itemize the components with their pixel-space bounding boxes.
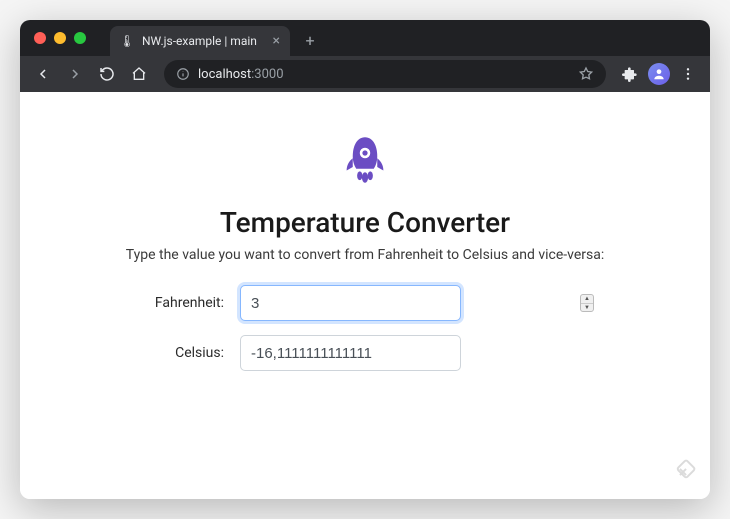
site-info-icon[interactable]	[176, 67, 190, 81]
menu-kebab-icon[interactable]	[676, 66, 700, 82]
reload-button[interactable]	[94, 61, 120, 87]
traffic-lights	[34, 32, 86, 44]
fahrenheit-label: Fahrenheit:	[130, 295, 240, 311]
tabs: 🌡 NW.js-example | main × +	[110, 20, 320, 56]
corner-badge-icon	[670, 459, 696, 485]
url-text: localhost:3000	[198, 67, 570, 82]
celsius-label: Celsius:	[130, 345, 240, 361]
celsius-input[interactable]	[240, 335, 461, 371]
window-close-button[interactable]	[34, 32, 46, 44]
profile-avatar[interactable]	[648, 63, 670, 85]
fahrenheit-input[interactable]	[240, 285, 461, 321]
back-button[interactable]	[30, 61, 56, 87]
stepper-down-icon[interactable]: ▼	[581, 304, 593, 312]
page-content: Temperature Converter Type the value you…	[20, 92, 710, 499]
fahrenheit-row: Fahrenheit: ▲ ▼	[130, 285, 600, 321]
fahrenheit-stepper[interactable]: ▲ ▼	[580, 294, 594, 312]
window-minimize-button[interactable]	[54, 32, 66, 44]
window-maximize-button[interactable]	[74, 32, 86, 44]
tab-bar: 🌡 NW.js-example | main × +	[20, 20, 710, 56]
celsius-row: Celsius:	[130, 335, 600, 371]
extensions-icon[interactable]	[618, 66, 642, 82]
url-port: :3000	[251, 67, 283, 82]
address-bar[interactable]: localhost:3000	[164, 60, 606, 88]
url-host: localhost	[198, 67, 251, 82]
close-tab-icon[interactable]: ×	[273, 34, 280, 48]
stepper-up-icon[interactable]: ▲	[581, 295, 593, 304]
new-tab-button[interactable]: +	[300, 31, 320, 50]
toolbar: localhost:3000	[20, 56, 710, 92]
tab-favicon-icon: 🌡	[120, 34, 134, 48]
browser-tab[interactable]: 🌡 NW.js-example | main ×	[110, 26, 290, 56]
page-subtitle: Type the value you want to convert from …	[126, 247, 604, 263]
bookmark-star-icon[interactable]	[578, 66, 594, 82]
rocket-icon	[337, 132, 393, 192]
forward-button[interactable]	[62, 61, 88, 87]
browser-window: 🌡 NW.js-example | main × + localhost:300…	[20, 20, 710, 499]
home-button[interactable]	[126, 61, 152, 87]
tab-title: NW.js-example | main	[142, 34, 265, 48]
page-title: Temperature Converter	[220, 206, 510, 239]
